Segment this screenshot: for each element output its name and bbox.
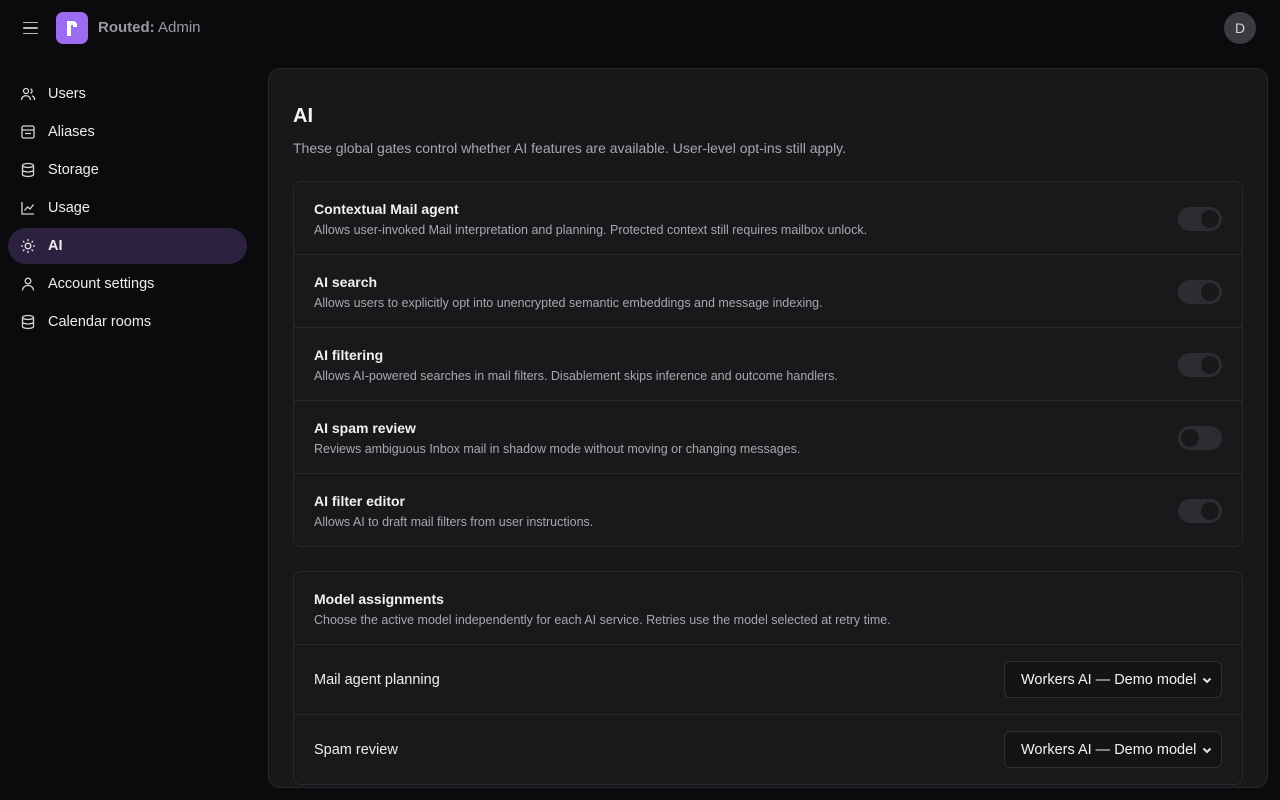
brand-suffix: Admin [154, 19, 201, 36]
sidebar-item-label: Users [48, 86, 86, 102]
brand-name: Routed: [98, 19, 155, 36]
ai-gates-card: Contextual Mail agent Allows user-invoke… [293, 181, 1243, 547]
toggle-knob [1201, 356, 1219, 374]
sidebar-item-label: Account settings [48, 276, 155, 292]
ai-settings-panel: AI These global gates control whether AI… [268, 68, 1268, 788]
sidebar-item-calendar-rooms[interactable]: Calendar rooms [8, 304, 247, 340]
model-assignments-header: Model assignments Choose the active mode… [294, 572, 1242, 645]
mail-agent-planning-select[interactable]: Workers AI — Demo model [1004, 661, 1222, 698]
ai-filtering-toggle[interactable] [1178, 353, 1222, 377]
sidebar: Users Aliases Storage Usage AI Account s… [8, 76, 247, 342]
chevron-down-icon [1202, 677, 1212, 684]
sidebar-item-label: Aliases [48, 124, 95, 140]
gate-description: Allows user-invoked Mail interpretation … [314, 223, 868, 237]
model-row-mail-agent-planning: Mail agent planning Workers AI — Demo mo… [294, 645, 1242, 715]
users-icon [20, 86, 36, 102]
model-assignments-card: Model assignments Choose the active mode… [293, 571, 1243, 785]
top-bar: Routed: Admin D [0, 0, 1280, 56]
sidebar-item-account-settings[interactable]: Account settings [8, 266, 247, 302]
toggle-knob [1181, 429, 1199, 447]
page-title: AI [293, 105, 313, 127]
model-row-label: Spam review [314, 742, 398, 758]
section-description: Choose the active model independently fo… [314, 613, 891, 627]
logo-icon [56, 12, 88, 44]
gate-row-ai-spam-review: AI spam review Reviews ambiguous Inbox m… [294, 401, 1242, 474]
section-title: Model assignments [314, 591, 444, 607]
sidebar-item-storage[interactable]: Storage [8, 152, 247, 188]
avatar[interactable]: D [1224, 12, 1256, 44]
sidebar-item-label: AI [48, 238, 63, 254]
gate-description: Allows users to explicitly opt into unen… [314, 296, 823, 310]
ai-search-toggle[interactable] [1178, 280, 1222, 304]
sidebar-item-label: Usage [48, 200, 90, 216]
gate-description: Allows AI-powered searches in mail filte… [314, 369, 838, 383]
toggle-knob [1201, 283, 1219, 301]
sidebar-item-usage[interactable]: Usage [8, 190, 247, 226]
sidebar-item-aliases[interactable]: Aliases [8, 114, 247, 150]
ai-filter-editor-toggle[interactable] [1178, 499, 1222, 523]
sidebar-item-users[interactable]: Users [8, 76, 247, 112]
gate-title: AI search [314, 274, 378, 290]
gate-title: Contextual Mail agent [314, 201, 459, 217]
alias-icon [20, 124, 36, 140]
gate-title: AI filter editor [314, 493, 406, 509]
gate-row-ai-filtering: AI filtering Allows AI-powered searches … [294, 328, 1242, 401]
database-icon [20, 162, 36, 178]
menu-icon[interactable] [18, 16, 42, 40]
model-row-label: Mail agent planning [314, 672, 440, 688]
sidebar-item-label: Storage [48, 162, 99, 178]
spam-review-select[interactable]: Workers AI — Demo model [1004, 731, 1222, 768]
ai-spam-review-toggle[interactable] [1178, 426, 1222, 450]
user-icon [20, 276, 36, 292]
gate-row-contextual-mail-agent: Contextual Mail agent Allows user-invoke… [294, 182, 1242, 255]
gate-description: Allows AI to draft mail filters from use… [314, 515, 594, 529]
select-value: Workers AI — Demo model [1021, 671, 1197, 688]
contextual-mail-agent-toggle[interactable] [1178, 207, 1222, 231]
toggle-knob [1201, 210, 1219, 228]
model-row-spam-review: Spam review Workers AI — Demo model [294, 715, 1242, 785]
chart-icon [20, 200, 36, 216]
page-description: These global gates control whether AI fe… [293, 140, 847, 156]
gate-description: Reviews ambiguous Inbox mail in shadow m… [314, 442, 801, 456]
gate-row-ai-search: AI search Allows users to explicitly opt… [294, 255, 1242, 328]
database-icon [20, 314, 36, 330]
sidebar-item-ai[interactable]: AI [8, 228, 247, 264]
chevron-down-icon [1202, 747, 1212, 754]
gate-title: AI spam review [314, 420, 416, 436]
brand-title: Routed: Admin [98, 19, 201, 36]
sidebar-item-label: Calendar rooms [48, 314, 152, 330]
toggle-knob [1201, 502, 1219, 520]
sun-icon [20, 238, 36, 254]
gate-row-ai-filter-editor: AI filter editor Allows AI to draft mail… [294, 474, 1242, 547]
select-value: Workers AI — Demo model [1021, 741, 1197, 758]
gate-title: AI filtering [314, 347, 384, 363]
